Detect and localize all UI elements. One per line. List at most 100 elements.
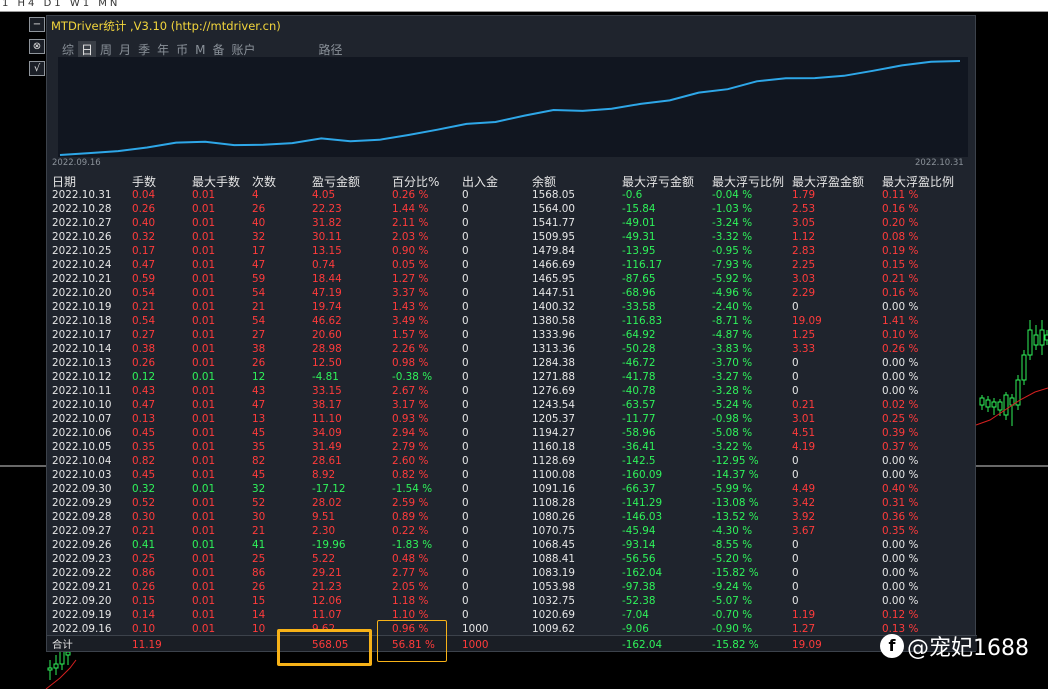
cell-col-8: -49.31 <box>622 231 656 243</box>
candle-body <box>979 397 985 406</box>
stats-panel: MTDriver统计 ,V3.10 (http://mtdriver.cn) 综… <box>46 15 977 652</box>
cell-col-11: 0.00 % <box>882 385 919 397</box>
cell-col-1: 0.47 <box>132 259 156 271</box>
cell-col-10: 4.19 <box>792 441 816 453</box>
cell-col-5: -1.83 % <box>392 539 433 551</box>
cell-col-7: 1080.26 <box>532 511 575 523</box>
cell-col-4: 12.50 <box>312 357 342 369</box>
cell-col-11: 0.36 % <box>882 511 919 523</box>
cell-col-8: -68.96 <box>622 287 656 299</box>
cell-col-7: 1509.95 <box>532 231 575 243</box>
cell-col-7: 1479.84 <box>532 245 575 257</box>
cell-col-10: 1.25 <box>792 329 816 341</box>
cell-col-2: 0.01 <box>192 497 216 509</box>
cell-col-1: 0.54 <box>132 315 156 327</box>
cell-col-11: 0.39 % <box>882 427 919 439</box>
cell-col-7: 1466.69 <box>532 259 575 271</box>
cell-col-8: -33.58 <box>622 301 656 313</box>
cell-col-9: -0.95 % <box>712 245 753 257</box>
table-body: 2022.10.31 0.04 0.01 4 4.05 0.26 % 0 1568.05 -0.… <box>52 188 972 636</box>
cell-col-1: 0.40 <box>132 217 156 229</box>
cell-col-7: 1100.08 <box>532 469 575 481</box>
highlight-box-percent <box>377 620 447 662</box>
cell-col-7: 1091.16 <box>532 483 575 495</box>
cell-col-0: 2022.09.22 <box>52 567 112 579</box>
cell-col-1: 0.43 <box>132 385 156 397</box>
watermark-logo-icon: f <box>880 634 904 658</box>
cell-col-10: 0 <box>792 595 799 607</box>
cell-col-4: 11.07 <box>312 609 342 621</box>
cell-col-11: 0.25 % <box>882 413 919 425</box>
cell-col-9: -8.71 % <box>712 315 753 327</box>
table-row: 2022.10.10 0.47 0.01 47 38.17 3.17 % 0 1243.54 -… <box>52 398 972 412</box>
confirm-button[interactable]: √ <box>29 61 45 76</box>
cell-col-1: 0.14 <box>132 609 156 621</box>
cell-col-7: 1313.36 <box>532 343 575 355</box>
table-row: 2022.10.06 0.45 0.01 45 34.09 2.94 % 0 1194.27 -… <box>52 426 972 440</box>
cell-col-6: 0 <box>462 581 469 593</box>
cell-col-8: -41.78 <box>622 371 656 383</box>
cell-col-4: 28.02 <box>312 497 342 509</box>
cell-col-11: 0.00 % <box>882 371 919 383</box>
cell-col-0: 2022.10.14 <box>52 343 112 355</box>
table-row: 2022.10.21 0.59 0.01 59 18.44 1.27 % 0 1465.95 -… <box>52 272 972 286</box>
cell-col-5: 3.17 % <box>392 399 429 411</box>
table-row: 2022.10.04 0.82 0.01 82 28.61 2.60 % 0 1128.69 -… <box>52 454 972 468</box>
cell-col-7: 1465.95 <box>532 273 575 285</box>
cell-col-9: -0.70 % <box>712 609 753 621</box>
cell-col-10: 2.53 <box>792 203 816 215</box>
candle-body <box>65 651 71 656</box>
cell-col-4: 0.74 <box>312 259 336 271</box>
cell-col-3: 30 <box>252 511 266 523</box>
cell-col-3: 86 <box>252 567 266 579</box>
cell-col-4: 5.22 <box>312 553 336 565</box>
cell-col-0: 2022.10.11 <box>52 385 112 397</box>
cell-col-8: -45.94 <box>622 525 656 537</box>
cell-col-3: 17 <box>252 245 266 257</box>
cell-col-1: 0.04 <box>132 189 156 201</box>
table-row: 2022.10.25 0.17 0.01 17 13.15 0.90 % 0 1479.84 -… <box>52 244 972 258</box>
cell-col-9: -9.24 % <box>712 581 753 593</box>
cell-col-5: 0.26 % <box>392 189 429 201</box>
cell-col-7: 1032.75 <box>532 595 575 607</box>
cell-col-7: 1083.19 <box>532 567 575 579</box>
cell-col-10: 3.33 <box>792 343 816 355</box>
cell-col-3: 54 <box>252 315 266 327</box>
period-tabs: 综日周月季年币 M 备账户 路径 <box>59 39 347 59</box>
cell-col-10: 3.42 <box>792 497 816 509</box>
cell-col-3: 45 <box>252 469 266 481</box>
cell-col-5: 0.48 % <box>392 553 429 565</box>
cell-col-9: -3.27 % <box>712 371 753 383</box>
cell-col-0: 2022.10.10 <box>52 399 112 411</box>
cell-col-10: 3.67 <box>792 525 816 537</box>
cell-col-3: 82 <box>252 455 266 467</box>
cell-col-4: 12.06 <box>312 595 342 607</box>
cell-col-0: 2022.10.26 <box>52 231 112 243</box>
cell-col-0: 2022.10.28 <box>52 203 112 215</box>
cell-col-5: 2.79 % <box>392 441 429 453</box>
cell-col-2: 0.01 <box>192 343 216 355</box>
cell-col-6: 0 <box>462 483 469 495</box>
cell-col-6: 0 <box>462 231 469 243</box>
cell-col-1: 0.10 <box>132 623 156 635</box>
cell-col-10: 1.19 <box>792 609 816 621</box>
cell-col-2: 0.01 <box>192 301 216 313</box>
table-row: 2022.10.31 0.04 0.01 4 4.05 0.26 % 0 1568.05 -0.… <box>52 188 972 202</box>
cell-col-11: 0.12 % <box>882 609 919 621</box>
table-row: 2022.10.13 0.26 0.01 26 12.50 0.98 % 0 1284.38 -… <box>52 356 972 370</box>
cell-col-1: 0.32 <box>132 231 156 243</box>
cell-col-1: 0.41 <box>132 539 156 551</box>
cell-col-9: -1.03 % <box>712 203 753 215</box>
cell-col-7: 1400.32 <box>532 301 575 313</box>
cell-col-1: 0.13 <box>132 413 156 425</box>
cell-col-10: 4.49 <box>792 483 816 495</box>
cell-col-6: 0 <box>462 189 469 201</box>
table-row: 2022.10.03 0.45 0.01 45 8.92 0.82 % 0 1100.08 -1… <box>52 468 972 482</box>
target-button[interactable]: ⊗ <box>29 39 45 54</box>
minimize-button[interactable]: − <box>29 17 45 32</box>
table-row: 2022.10.17 0.27 0.01 27 20.60 1.57 % 0 1333.96 -… <box>52 328 972 342</box>
cell-col-11: 0.10 % <box>882 329 919 341</box>
cell-col-6: 0 <box>462 315 469 327</box>
cell-col-6: 0 <box>462 539 469 551</box>
cell-col-0: 2022.10.25 <box>52 245 112 257</box>
